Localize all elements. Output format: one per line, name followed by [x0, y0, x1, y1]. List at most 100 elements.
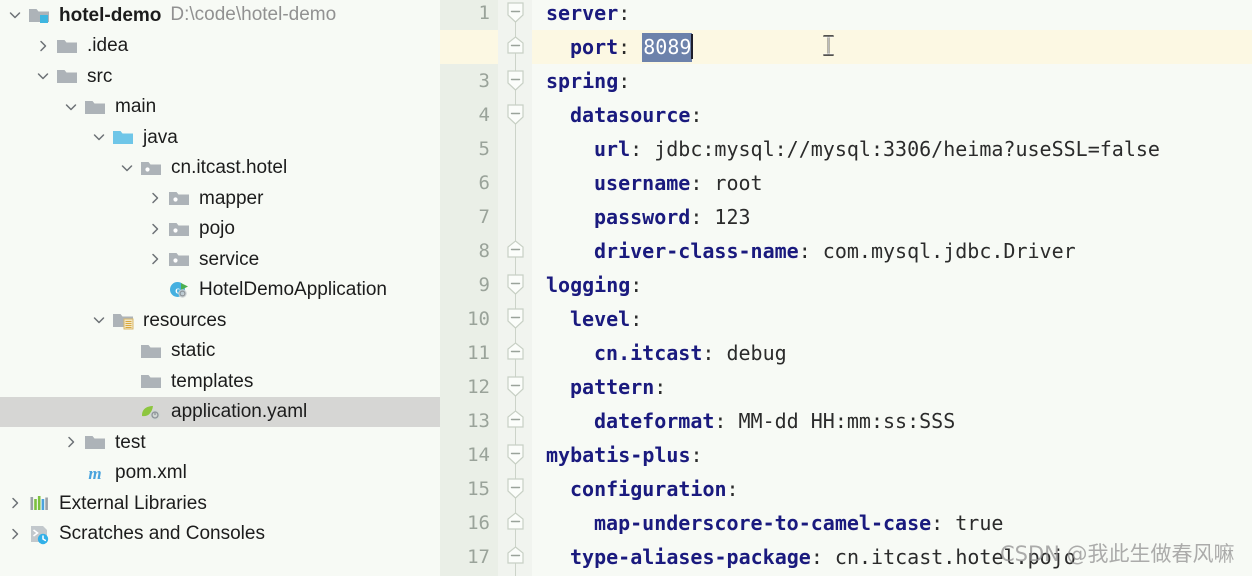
- code-line[interactable]: password: 123: [594, 200, 751, 234]
- package-icon: [166, 246, 192, 272]
- code-line[interactable]: type-aliases-package: cn.itcast.hotel.po…: [570, 540, 1076, 574]
- project-path-label: D:\code\hotel-demo: [170, 4, 337, 26]
- chevron-right-icon[interactable]: [144, 183, 166, 213]
- tree-item-src[interactable]: src: [0, 61, 440, 92]
- tree-item-test[interactable]: test: [0, 427, 440, 458]
- tree-item-idea[interactable]: .idea: [0, 31, 440, 62]
- tree-item-label: templates: [171, 370, 254, 392]
- code-line[interactable]: level:: [570, 302, 642, 336]
- tree-item-label: test: [115, 431, 146, 453]
- code-line[interactable]: dateformat: MM-dd HH:mm:ss:SSS: [594, 404, 955, 438]
- chevron-down-icon[interactable]: [4, 0, 26, 30]
- tree-item-label: service: [199, 248, 260, 270]
- spring-boot-class-icon: c: [166, 277, 192, 303]
- line-number: 8: [478, 240, 490, 262]
- module-folder-icon: [26, 2, 52, 28]
- yaml-key: datasource: [570, 103, 691, 127]
- code-line[interactable]: logging:: [546, 268, 642, 302]
- yaml-key: spring: [546, 69, 619, 93]
- chevron-down-icon[interactable]: [60, 92, 82, 122]
- code-line[interactable]: port: 8089: [570, 30, 694, 64]
- tree-item-service[interactable]: service: [0, 244, 440, 275]
- code-line[interactable]: configuration:: [570, 472, 739, 506]
- yaml-value: cn.itcast.hotel.pojo: [834, 545, 1076, 569]
- tree-item-templates[interactable]: templates: [0, 366, 440, 397]
- folder-icon: [82, 94, 108, 120]
- tree-item-pom-xml[interactable]: m pom.xml: [0, 458, 440, 489]
- line-number: 7: [478, 206, 490, 228]
- tree-item-java[interactable]: java: [0, 122, 440, 153]
- line-number: 9: [478, 274, 490, 296]
- chevron-right-icon[interactable]: [32, 31, 54, 61]
- tree-item-hoteldemoapplication[interactable]: c HotelDemoApplication: [0, 275, 440, 306]
- code-line[interactable]: mybatis-plus:: [546, 438, 703, 472]
- yaml-colon: :: [714, 409, 727, 433]
- yaml-colon: :: [690, 171, 703, 195]
- code-line[interactable]: server:: [546, 0, 630, 30]
- code-line[interactable]: map-underscore-to-camel-case: true: [594, 506, 1003, 540]
- maven-file-icon: m: [82, 460, 108, 486]
- chevron-right-icon[interactable]: [4, 519, 26, 549]
- line-number: 3: [478, 70, 490, 92]
- fold-open-icon[interactable]: [505, 103, 526, 127]
- code-line[interactable]: cn.itcast: debug: [594, 336, 787, 370]
- yaml-key: cn.itcast: [594, 341, 703, 365]
- tree-item-resources[interactable]: resources: [0, 305, 440, 336]
- chevron-down-icon[interactable]: [116, 153, 138, 183]
- folder-icon: [138, 368, 164, 394]
- tree-item-application-yaml[interactable]: application.yaml: [0, 396, 440, 427]
- editor-gutter[interactable]: 1234567891011121314151617: [440, 0, 498, 576]
- line-number: 11: [467, 342, 490, 364]
- code-line[interactable]: url: jdbc:mysql://mysql:3306/heima?useSS…: [594, 132, 1160, 166]
- project-tree-panel[interactable]: hotel-demo D:\code\hotel-demo .idea src main…: [0, 0, 440, 576]
- fold-open-icon[interactable]: [505, 1, 526, 25]
- fold-closed-icon[interactable]: [505, 341, 526, 365]
- tree-item-label: src: [87, 65, 113, 87]
- chevron-right-icon[interactable]: [144, 214, 166, 244]
- tree-item-label: cn.itcast.hotel: [171, 157, 288, 179]
- code-line[interactable]: username: root: [594, 166, 763, 200]
- fold-closed-icon[interactable]: [505, 239, 526, 263]
- yaml-key: configuration: [570, 477, 727, 501]
- code-text-area[interactable]: server: port: 8089 spring: datasource: url: …: [532, 0, 1252, 576]
- yaml-key: dateformat: [594, 409, 715, 433]
- fold-closed-icon[interactable]: [505, 545, 526, 569]
- fold-gutter[interactable]: [498, 0, 532, 576]
- fold-closed-icon[interactable]: [505, 35, 526, 59]
- tree-item-mapper[interactable]: mapper: [0, 183, 440, 214]
- code-line[interactable]: datasource:: [570, 98, 702, 132]
- tree-item-main[interactable]: main: [0, 92, 440, 123]
- tree-item-external-libraries[interactable]: External Libraries: [0, 488, 440, 519]
- tree-item-hotel-demo[interactable]: hotel-demo D:\code\hotel-demo: [0, 0, 440, 31]
- fold-open-icon[interactable]: [505, 307, 526, 331]
- yaml-space: [726, 409, 738, 433]
- fold-open-icon[interactable]: [505, 443, 526, 467]
- fold-open-icon[interactable]: [505, 375, 526, 399]
- tree-item-cn-itcast-hotel[interactable]: cn.itcast.hotel: [0, 153, 440, 184]
- tree-item-pojo[interactable]: pojo: [0, 214, 440, 245]
- tree-item-static[interactable]: static: [0, 336, 440, 367]
- folder-icon: [138, 338, 164, 364]
- fold-open-icon[interactable]: [505, 69, 526, 93]
- chevron-down-icon[interactable]: [88, 305, 110, 335]
- chevron-down-icon[interactable]: [88, 122, 110, 152]
- code-line[interactable]: spring:: [546, 64, 630, 98]
- fold-closed-icon[interactable]: [505, 511, 526, 535]
- tree-item-label: External Libraries: [59, 492, 207, 514]
- chevron-right-icon[interactable]: [144, 244, 166, 274]
- chevron-down-icon[interactable]: [32, 61, 54, 91]
- code-line[interactable]: pattern:: [570, 370, 666, 404]
- code-editor[interactable]: 1234567891011121314151617 server:port: 8…: [440, 0, 1252, 576]
- fold-open-icon[interactable]: [505, 477, 526, 501]
- code-line[interactable]: driver-class-name: com.mysql.jdbc.Driver: [594, 234, 1076, 268]
- chevron-right-icon[interactable]: [4, 488, 26, 518]
- tree-item-scratches-and-consoles[interactable]: Scratches and Consoles: [0, 519, 440, 550]
- fold-open-icon[interactable]: [505, 273, 526, 297]
- chevron-right-icon[interactable]: [60, 427, 82, 457]
- fold-closed-icon[interactable]: [505, 409, 526, 433]
- tree-item-label: Scratches and Consoles: [59, 523, 265, 545]
- mouse-ibeam-cursor: [822, 34, 835, 58]
